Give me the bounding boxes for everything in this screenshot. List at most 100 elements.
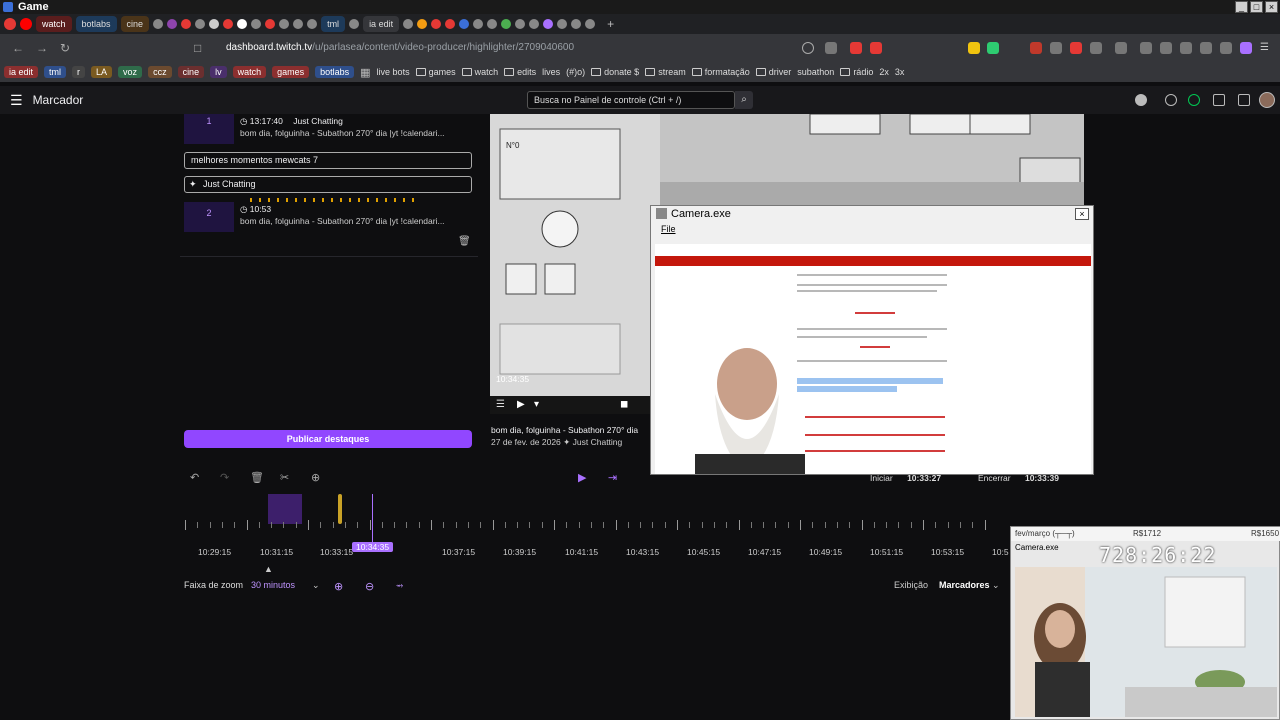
tab-favicon[interactable] xyxy=(571,19,582,29)
bookmark-item[interactable]: (#)o) xyxy=(566,67,585,77)
delete-icon[interactable]: 🗑 xyxy=(250,471,264,484)
avatar[interactable] xyxy=(1259,92,1275,108)
zoom-icon[interactable] xyxy=(802,42,814,54)
tab-favicon[interactable] xyxy=(167,19,178,29)
back-arrow-icon[interactable]: ← xyxy=(12,41,24,55)
volume-icon[interactable]: ◼ xyxy=(620,399,628,410)
camera-close-button[interactable]: × xyxy=(1075,208,1089,220)
tab-favicon[interactable] xyxy=(20,18,32,30)
tab-favicon[interactable] xyxy=(153,19,164,29)
tab-favicon[interactable] xyxy=(487,19,498,29)
tab-favicon[interactable] xyxy=(543,19,554,29)
extension-icon[interactable] xyxy=(987,42,999,54)
bookmark-ccz[interactable]: ccz xyxy=(148,66,172,78)
hamburger-menu-icon[interactable]: ☰ xyxy=(10,92,23,109)
extension-icon[interactable] xyxy=(1240,42,1252,54)
apps-grid-icon[interactable]: ▦ xyxy=(360,66,370,79)
extension-icon[interactable] xyxy=(1070,42,1082,54)
extension-icon[interactable] xyxy=(1115,42,1127,54)
extension-icon[interactable] xyxy=(1200,42,1212,54)
bookmark-item[interactable]: games xyxy=(415,67,456,77)
tab-favicon[interactable] xyxy=(265,19,276,29)
markers-select[interactable]: Marcadores xyxy=(939,580,990,590)
rewards-icon[interactable] xyxy=(870,42,882,54)
whispers-icon[interactable] xyxy=(1238,94,1250,106)
bookmark-voz[interactable]: voz xyxy=(118,66,143,78)
users-icon[interactable] xyxy=(1135,94,1147,106)
tab-favicon[interactable] xyxy=(349,19,360,29)
tab-ia-edit[interactable]: ia edit xyxy=(363,16,400,32)
bookmark-item[interactable]: 2x xyxy=(879,67,889,77)
tab-favicon[interactable] xyxy=(237,19,248,29)
publish-highlights-button[interactable]: Publicar destaques xyxy=(184,430,472,448)
tab-favicon[interactable] xyxy=(181,19,192,29)
tab-favicon[interactable] xyxy=(307,19,318,29)
bookmark-item[interactable]: rádio xyxy=(840,67,873,77)
timeline[interactable]: 10:29:15 10:31:15 10:33:15 10:37:15 10:39:15… xyxy=(180,492,1010,574)
tab-favicon[interactable] xyxy=(585,19,596,29)
tab-favicon[interactable] xyxy=(4,18,16,30)
url-field[interactable]: dashboard.twitch.tv/u/parlasea/content/v… xyxy=(200,38,960,58)
tab-favicon[interactable] xyxy=(529,19,540,29)
bookmark-item[interactable]: subathon xyxy=(797,67,834,77)
volume-icon[interactable]: ▾ xyxy=(534,399,539,410)
reload-icon[interactable]: ↻ xyxy=(60,41,70,55)
tab-favicon[interactable] xyxy=(431,19,442,29)
search-icon[interactable]: ⌕ xyxy=(735,91,753,109)
help-icon[interactable] xyxy=(1165,94,1177,106)
camera-file-menu[interactable]: File xyxy=(651,222,1093,236)
bookmark-item[interactable]: live bots xyxy=(377,67,410,77)
new-tab-plus-icon[interactable]: + xyxy=(607,17,614,31)
trash-icon[interactable]: 🗑 xyxy=(458,236,471,247)
bookmark-item[interactable]: formatação xyxy=(691,67,750,77)
extension-icon[interactable] xyxy=(1188,94,1200,106)
close-button[interactable]: × xyxy=(1265,1,1278,13)
tab-favicon[interactable] xyxy=(557,19,568,29)
vpn-icon[interactable] xyxy=(1220,42,1232,54)
tab-favicon[interactable] xyxy=(403,19,414,29)
bookmark-item[interactable]: donate $ xyxy=(591,67,639,77)
tab-favicon[interactable] xyxy=(223,19,234,29)
play-icon[interactable]: ▶ xyxy=(517,399,525,410)
tab-favicon[interactable] xyxy=(501,19,512,29)
chapters-icon[interactable]: ☰ xyxy=(496,399,505,410)
bookmark-ia-edit[interactable]: ia edit xyxy=(4,66,39,78)
chevron-down-icon[interactable]: ⌄ xyxy=(992,580,1000,591)
bookmark-lv[interactable]: lv xyxy=(210,66,227,78)
tab-cine[interactable]: cine xyxy=(120,16,150,32)
share-icon[interactable] xyxy=(825,42,837,54)
playhead[interactable] xyxy=(372,494,373,548)
bookmark-item[interactable]: stream xyxy=(645,67,686,77)
minimize-button[interactable]: _ xyxy=(1235,1,1248,13)
tab-favicon[interactable] xyxy=(515,19,526,29)
bookmark-botlabs[interactable]: botlabs xyxy=(315,66,355,78)
window-icon[interactable] xyxy=(1180,42,1192,54)
fit-icon[interactable]: ⥇ xyxy=(396,580,403,591)
sidebar-icon[interactable] xyxy=(1160,42,1172,54)
zoom-in-icon[interactable]: ⊕ xyxy=(334,580,343,593)
tab-watch[interactable]: watch xyxy=(36,16,72,32)
bookmark-item[interactable]: edits xyxy=(504,67,536,77)
notifications-icon[interactable] xyxy=(1213,94,1225,106)
camera-window[interactable]: Camera.exe × File xyxy=(650,205,1094,475)
tab-favicon[interactable] xyxy=(251,19,262,29)
video-preview[interactable]: N°0 xyxy=(490,114,660,414)
tab-favicon[interactable] xyxy=(473,19,484,29)
list-item[interactable]: 2 ◷ 10:53 bom dia, folguinha - Subathon … xyxy=(184,198,472,234)
extension-icon[interactable] xyxy=(1050,42,1062,54)
play-icon[interactable]: ▶ xyxy=(578,471,586,484)
maximize-button[interactable]: □ xyxy=(1250,1,1263,13)
tab-favicon[interactable] xyxy=(279,19,290,29)
bookmark-item[interactable]: lives xyxy=(542,67,560,77)
bookmark-la[interactable]: LA xyxy=(91,66,113,78)
tab-favicon[interactable] xyxy=(195,19,206,29)
tab-botlabs[interactable]: botlabs xyxy=(75,16,117,32)
selected-clip-range[interactable] xyxy=(268,494,302,524)
forward-arrow-icon[interactable]: → xyxy=(36,41,48,55)
tab-favicon[interactable] xyxy=(209,19,220,29)
music-icon[interactable] xyxy=(1140,42,1152,54)
bookmark-tml[interactable]: tml xyxy=(44,66,67,78)
category-field[interactable]: ✦ Just Chatting xyxy=(184,176,472,193)
tab-favicon[interactable] xyxy=(417,19,428,29)
brave-shield-icon[interactable] xyxy=(850,42,862,54)
